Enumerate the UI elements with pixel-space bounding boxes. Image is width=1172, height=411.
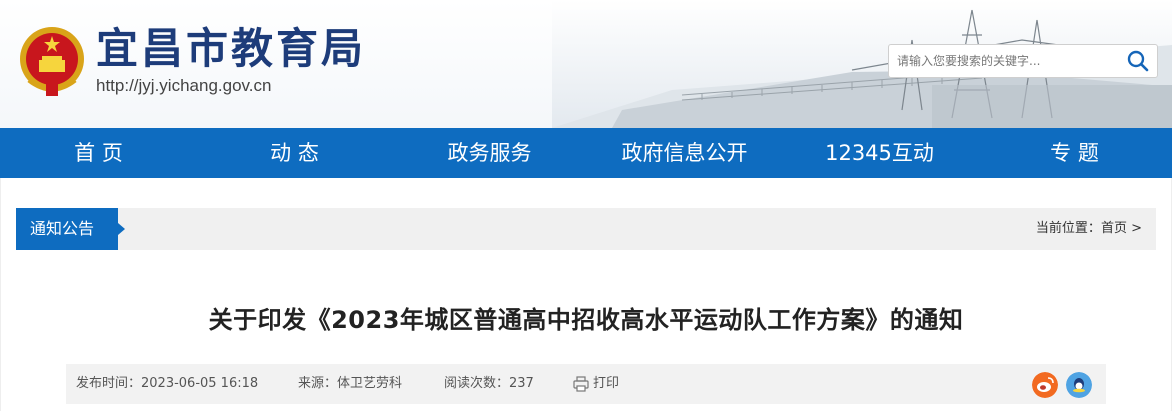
nav-home[interactable]: 首 页 [0,128,197,178]
national-emblem-logo [20,27,84,96]
print-link[interactable]: 打印 [593,364,619,404]
view-count: 阅读次数：237 [444,376,534,391]
search-box [888,44,1158,78]
article-source: 来源：体卫艺劳科 [298,376,403,391]
qq-share-icon[interactable] [1066,372,1092,398]
search-input[interactable] [889,45,1115,77]
article-title: 关于印发《2023年城区普通高中招收高水平运动队工作方案》的通知 [208,306,964,334]
nav-information-disclosure[interactable]: 政府信息公开 [587,128,782,178]
site-name: 宜昌市教育局 [96,24,367,73]
nav-government-services[interactable]: 政务服务 [392,128,587,178]
nav-12345-interaction[interactable]: 12345互动 [782,128,977,178]
printer-icon[interactable] [573,376,589,392]
publish-time: 发布时间：2023-06-05 16:18 [76,376,259,391]
breadcrumb-bar: 通知公告 当前位置：首页 > [16,208,1156,250]
article-meta-bar: 发布时间：2023-06-05 16:18 来源：体卫艺劳科 阅读次数：237 … [66,364,1106,404]
weibo-share-icon[interactable] [1032,372,1058,398]
nav-news[interactable]: 动 态 [197,128,392,178]
breadcrumb: 当前位置：首页 > [1036,208,1142,250]
breadcrumb-separator: > [1131,221,1142,236]
section-tag[interactable]: 通知公告 [16,208,125,250]
breadcrumb-label: 当前位置： [1035,221,1101,236]
main-nav: 首 页 动 态 政务服务 政府信息公开 12345互动 专 题 [0,128,1172,178]
site-header: 宜昌市教育局 http://jyj.yichang.gov.cn [0,0,1172,128]
search-icon[interactable] [1125,49,1151,73]
breadcrumb-home-link[interactable]: 首页 [1101,221,1127,236]
site-url: http://jyj.yichang.gov.cn [96,76,272,95]
nav-topics[interactable]: 专 题 [977,128,1172,178]
